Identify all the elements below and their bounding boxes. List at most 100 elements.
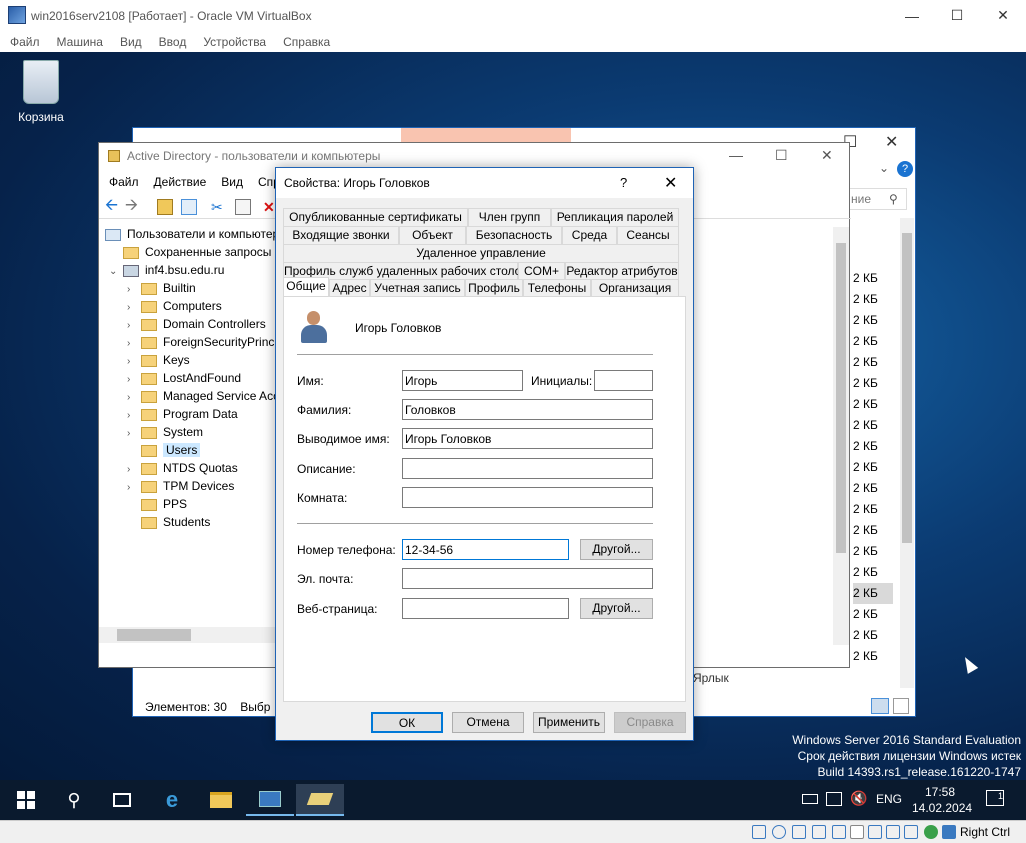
- tab-password-replication[interactable]: Репликация паролей: [551, 208, 679, 226]
- first-name-field[interactable]: Игорь: [402, 370, 523, 391]
- network-status-icon[interactable]: [812, 825, 826, 839]
- tree-item-keys[interactable]: › Keys: [99, 351, 275, 369]
- initials-field[interactable]: [594, 370, 653, 391]
- scroll-thumb[interactable]: [902, 233, 912, 543]
- tree-item-ntds-quotas[interactable]: › NTDS Quotas: [99, 459, 275, 477]
- menu-view[interactable]: Вид: [120, 35, 142, 49]
- tree-item-domain[interactable]: ⌄ inf4.bsu.edu.ru: [99, 261, 275, 279]
- close-button[interactable]: ✕: [980, 0, 1026, 31]
- help-icon[interactable]: ?: [897, 161, 913, 177]
- tab-sessions[interactable]: Сеансы: [617, 226, 679, 244]
- tree-item-users[interactable]: Users: [99, 441, 275, 459]
- console-tree-icon[interactable]: [181, 199, 197, 215]
- maximize-button[interactable]: ☐: [934, 0, 980, 31]
- tree-item-system[interactable]: › System: [99, 423, 275, 441]
- start-button[interactable]: [2, 784, 50, 816]
- cancel-button[interactable]: Отмена: [452, 712, 524, 733]
- help-button[interactable]: Справка: [614, 712, 686, 733]
- internet-explorer-button[interactable]: e: [148, 784, 196, 816]
- web-page-field[interactable]: [402, 598, 569, 619]
- phone-other-button[interactable]: Другой...: [580, 539, 653, 560]
- paste-icon[interactable]: [235, 199, 251, 215]
- tree-item-managed-service[interactable]: › Managed Service Acco: [99, 387, 275, 405]
- guest-additions-icon[interactable]: [924, 825, 938, 839]
- description-field[interactable]: [402, 458, 653, 479]
- phone-field[interactable]: 12-34-56: [402, 539, 569, 560]
- speaker-muted-icon[interactable]: 🔇: [850, 790, 867, 807]
- tree-item-computers[interactable]: › Computers: [99, 297, 275, 315]
- chevron-down-icon[interactable]: ⌄: [879, 161, 889, 175]
- last-name-field[interactable]: Головков: [402, 399, 653, 420]
- display-status-icon[interactable]: [868, 825, 882, 839]
- shared-folders-icon[interactable]: [850, 825, 864, 839]
- menu-input[interactable]: Ввод: [159, 35, 187, 49]
- tab-remote-control[interactable]: Удаленное управление: [283, 244, 679, 262]
- tab-address[interactable]: Адрес: [329, 279, 370, 297]
- optical-status-icon[interactable]: [772, 825, 786, 839]
- back-arrow-icon[interactable]: 🡨: [105, 198, 121, 215]
- menu-machine[interactable]: Машина: [57, 35, 103, 49]
- tree-item-lostandfound[interactable]: › LostAndFound: [99, 369, 275, 387]
- tab-dial-in[interactable]: Входящие звонки: [283, 226, 399, 244]
- cut-icon[interactable]: ✂: [211, 199, 227, 215]
- tree-item-pps[interactable]: PPS: [99, 495, 275, 513]
- audio-status-icon[interactable]: [792, 825, 806, 839]
- menu-file[interactable]: Файл: [10, 35, 40, 49]
- scroll-thumb[interactable]: [836, 243, 846, 553]
- language-indicator[interactable]: ENG: [876, 792, 902, 806]
- menu-devices[interactable]: Устройства: [203, 35, 266, 49]
- tab-account[interactable]: Учетная запись: [370, 279, 465, 297]
- menu-help[interactable]: Справка: [283, 35, 330, 49]
- ad-menu-action[interactable]: Действие: [154, 175, 207, 189]
- display-name-field[interactable]: Игорь Головков: [402, 428, 653, 449]
- console-tree[interactable]: Пользователи и компьютер Сохраненные зап…: [99, 225, 275, 643]
- scroll-thumb[interactable]: [117, 629, 191, 641]
- tree-root[interactable]: Пользователи и компьютер: [99, 225, 275, 243]
- tab-com-plus[interactable]: COM+: [518, 262, 565, 280]
- ok-button[interactable]: ОК: [371, 712, 443, 733]
- search-button[interactable]: ⚲: [50, 784, 98, 816]
- ad-close-button[interactable]: ✕: [821, 147, 833, 164]
- ad-maximize-button[interactable]: ☐: [775, 147, 788, 164]
- web-other-button[interactable]: Другой...: [580, 598, 653, 619]
- vtx-status-icon[interactable]: [904, 825, 918, 839]
- bg-vertical-scrollbar[interactable]: [900, 218, 914, 688]
- tab-member-of[interactable]: Член групп: [468, 208, 551, 226]
- notifications-icon[interactable]: 1: [986, 790, 1004, 806]
- details-view-icon[interactable]: [871, 698, 889, 714]
- tree-item-foreign-security[interactable]: › ForeignSecurityPrinci: [99, 333, 275, 351]
- office-field[interactable]: [402, 487, 653, 508]
- tree-item-saved-queries[interactable]: Сохраненные запросы: [99, 243, 275, 261]
- action-center-flag-icon[interactable]: [826, 792, 842, 806]
- mouse-integration-icon[interactable]: [942, 825, 956, 839]
- tree-item-domain-controllers[interactable]: › Domain Controllers: [99, 315, 275, 333]
- tab-telephones[interactable]: Телефоны: [523, 279, 591, 297]
- list-vertical-scrollbar[interactable]: [833, 227, 849, 645]
- ad-minimize-button[interactable]: —: [729, 147, 743, 163]
- ad-menu-view[interactable]: Вид: [221, 175, 243, 189]
- tree-horizontal-scrollbar[interactable]: [99, 627, 275, 643]
- clock[interactable]: 17:58 14.02.2024: [912, 784, 972, 816]
- server-manager-button[interactable]: [246, 784, 294, 816]
- folder-up-icon[interactable]: [157, 199, 173, 215]
- tab-profile[interactable]: Профиль: [465, 279, 523, 297]
- hdd-status-icon[interactable]: [752, 825, 766, 839]
- tab-published-certs[interactable]: Опубликованные сертификаты: [283, 208, 468, 226]
- dialog-help-button[interactable]: ?: [620, 175, 627, 190]
- bg-close-icon[interactable]: ✕: [885, 132, 898, 152]
- tab-object[interactable]: Объект: [399, 226, 466, 244]
- tab-general[interactable]: Общие: [283, 277, 329, 296]
- tree-item-program-data[interactable]: › Program Data: [99, 405, 275, 423]
- recycle-bin-shortcut[interactable]: Корзина: [16, 60, 66, 124]
- ad-menu-file[interactable]: Файл: [109, 175, 139, 189]
- network-tray-icon[interactable]: [802, 794, 818, 804]
- task-view-button[interactable]: [98, 784, 146, 816]
- recording-status-icon[interactable]: [886, 825, 900, 839]
- dialog-close-button[interactable]: ✕: [664, 173, 677, 193]
- minimize-button[interactable]: —: [889, 0, 935, 31]
- tree-item-tpm-devices[interactable]: › TPM Devices: [99, 477, 275, 495]
- tab-attribute-editor[interactable]: Редактор атрибутов: [565, 262, 679, 280]
- large-icons-view-icon[interactable]: [893, 698, 909, 714]
- tab-environment[interactable]: Среда: [562, 226, 617, 244]
- ad-users-taskbar-button[interactable]: [296, 784, 344, 816]
